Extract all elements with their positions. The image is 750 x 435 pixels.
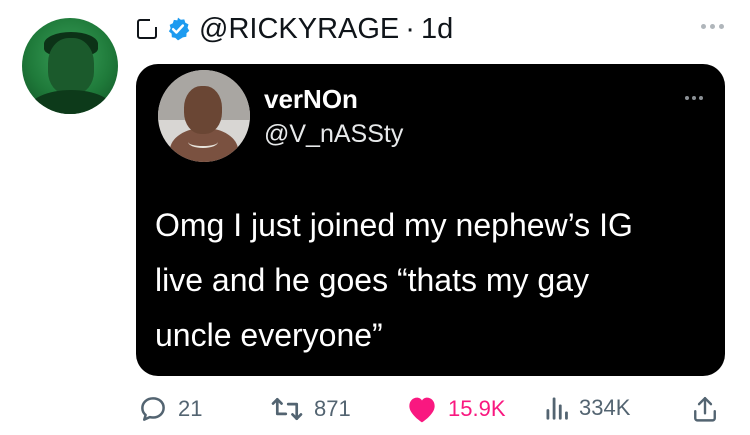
quoted-tweet-card[interactable]: verNOn @V_nASSty Omg I just joined my ne… <box>136 64 725 376</box>
quoted-author-handle[interactable]: @V_nASSty <box>264 120 403 149</box>
like-button[interactable]: 15.9K <box>406 394 506 424</box>
share-button[interactable] <box>692 394 728 424</box>
reply-icon <box>141 397 165 421</box>
views-count: 334K <box>579 395 631 420</box>
retweet-count: 871 <box>314 396 351 421</box>
quoted-more-dots-icon[interactable] <box>685 96 703 100</box>
square-icon <box>137 18 158 39</box>
views-icon <box>546 397 568 420</box>
tweet-header: @RICKYRAGE · 1d <box>137 12 453 46</box>
action-bar: 21 871 15.9K 334K <box>136 394 726 428</box>
reply-count: 21 <box>178 396 203 421</box>
like-count: 15.9K <box>448 396 506 421</box>
retweet-button[interactable]: 871 <box>270 394 351 424</box>
time-separator: · <box>405 12 415 45</box>
share-icon <box>694 396 716 422</box>
quoted-text-line: live and he goes “thats my gay <box>155 262 590 298</box>
avatar-head <box>48 38 94 94</box>
author-avatar[interactable] <box>22 18 118 114</box>
avatar-face <box>184 86 222 134</box>
reply-button[interactable]: 21 <box>138 394 202 424</box>
more-dots-icon[interactable] <box>701 24 724 29</box>
verified-icon <box>168 17 190 41</box>
quoted-text-line: uncle everyone” <box>155 317 383 353</box>
quoted-tweet-text: Omg I just joined my nephew’s IG live an… <box>155 198 715 363</box>
avatar-shoulders <box>28 90 114 114</box>
heart-icon <box>409 397 435 423</box>
quoted-text-line: Omg I just joined my nephew’s IG <box>155 207 633 243</box>
retweet-icon <box>271 397 303 421</box>
tweet-time[interactable]: 1d <box>421 13 453 46</box>
views-button[interactable]: 334K <box>545 394 630 422</box>
quoted-author-avatar[interactable] <box>158 70 250 162</box>
avatar-chain <box>188 136 218 148</box>
author-handle[interactable]: @RICKYRAGE <box>199 13 399 46</box>
quoted-author-name[interactable]: verNOn <box>264 84 358 115</box>
